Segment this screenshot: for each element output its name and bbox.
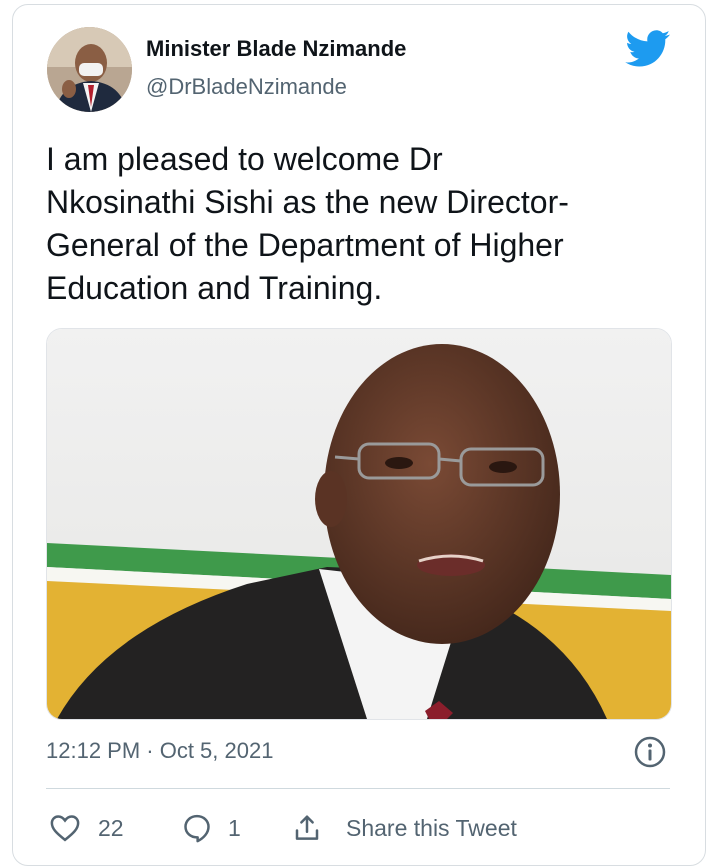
tweet-timestamp[interactable]: 12:12 PM · Oct 5, 2021 (46, 738, 273, 764)
reply-button[interactable]: 1 (182, 810, 241, 846)
avatar-photo (47, 27, 132, 112)
reply-bubble-icon (184, 814, 210, 843)
heart-icon (50, 815, 80, 842)
tweet-text: I am pleased to welcome Dr Nkosinathi Si… (46, 138, 686, 310)
like-count: 22 (98, 814, 124, 841)
portrait-photo (47, 329, 671, 719)
tweet-text-line: Nkosinathi Sishi as the new Director- (46, 184, 569, 220)
share-button[interactable]: Share this Tweet (292, 810, 517, 846)
author-handle[interactable]: @DrBladeNzimande (146, 74, 347, 100)
tweet-text-line: I am pleased to welcome Dr (46, 141, 443, 177)
like-button[interactable]: 22 (50, 810, 124, 846)
tweet-photo[interactable] (46, 328, 672, 720)
reply-count: 1 (228, 814, 241, 841)
share-label: Share this Tweet (346, 814, 517, 841)
tweet-text-line: General of the Department of Higher (46, 227, 564, 263)
divider (46, 788, 670, 789)
info-icon[interactable] (634, 736, 666, 768)
author-display-name[interactable]: Minister Blade Nzimande (146, 36, 406, 62)
tweet-text-line: Education and Training. (46, 270, 383, 306)
author-avatar[interactable] (47, 27, 132, 112)
share-icon (295, 815, 319, 840)
twitter-bird-icon[interactable] (625, 30, 671, 68)
